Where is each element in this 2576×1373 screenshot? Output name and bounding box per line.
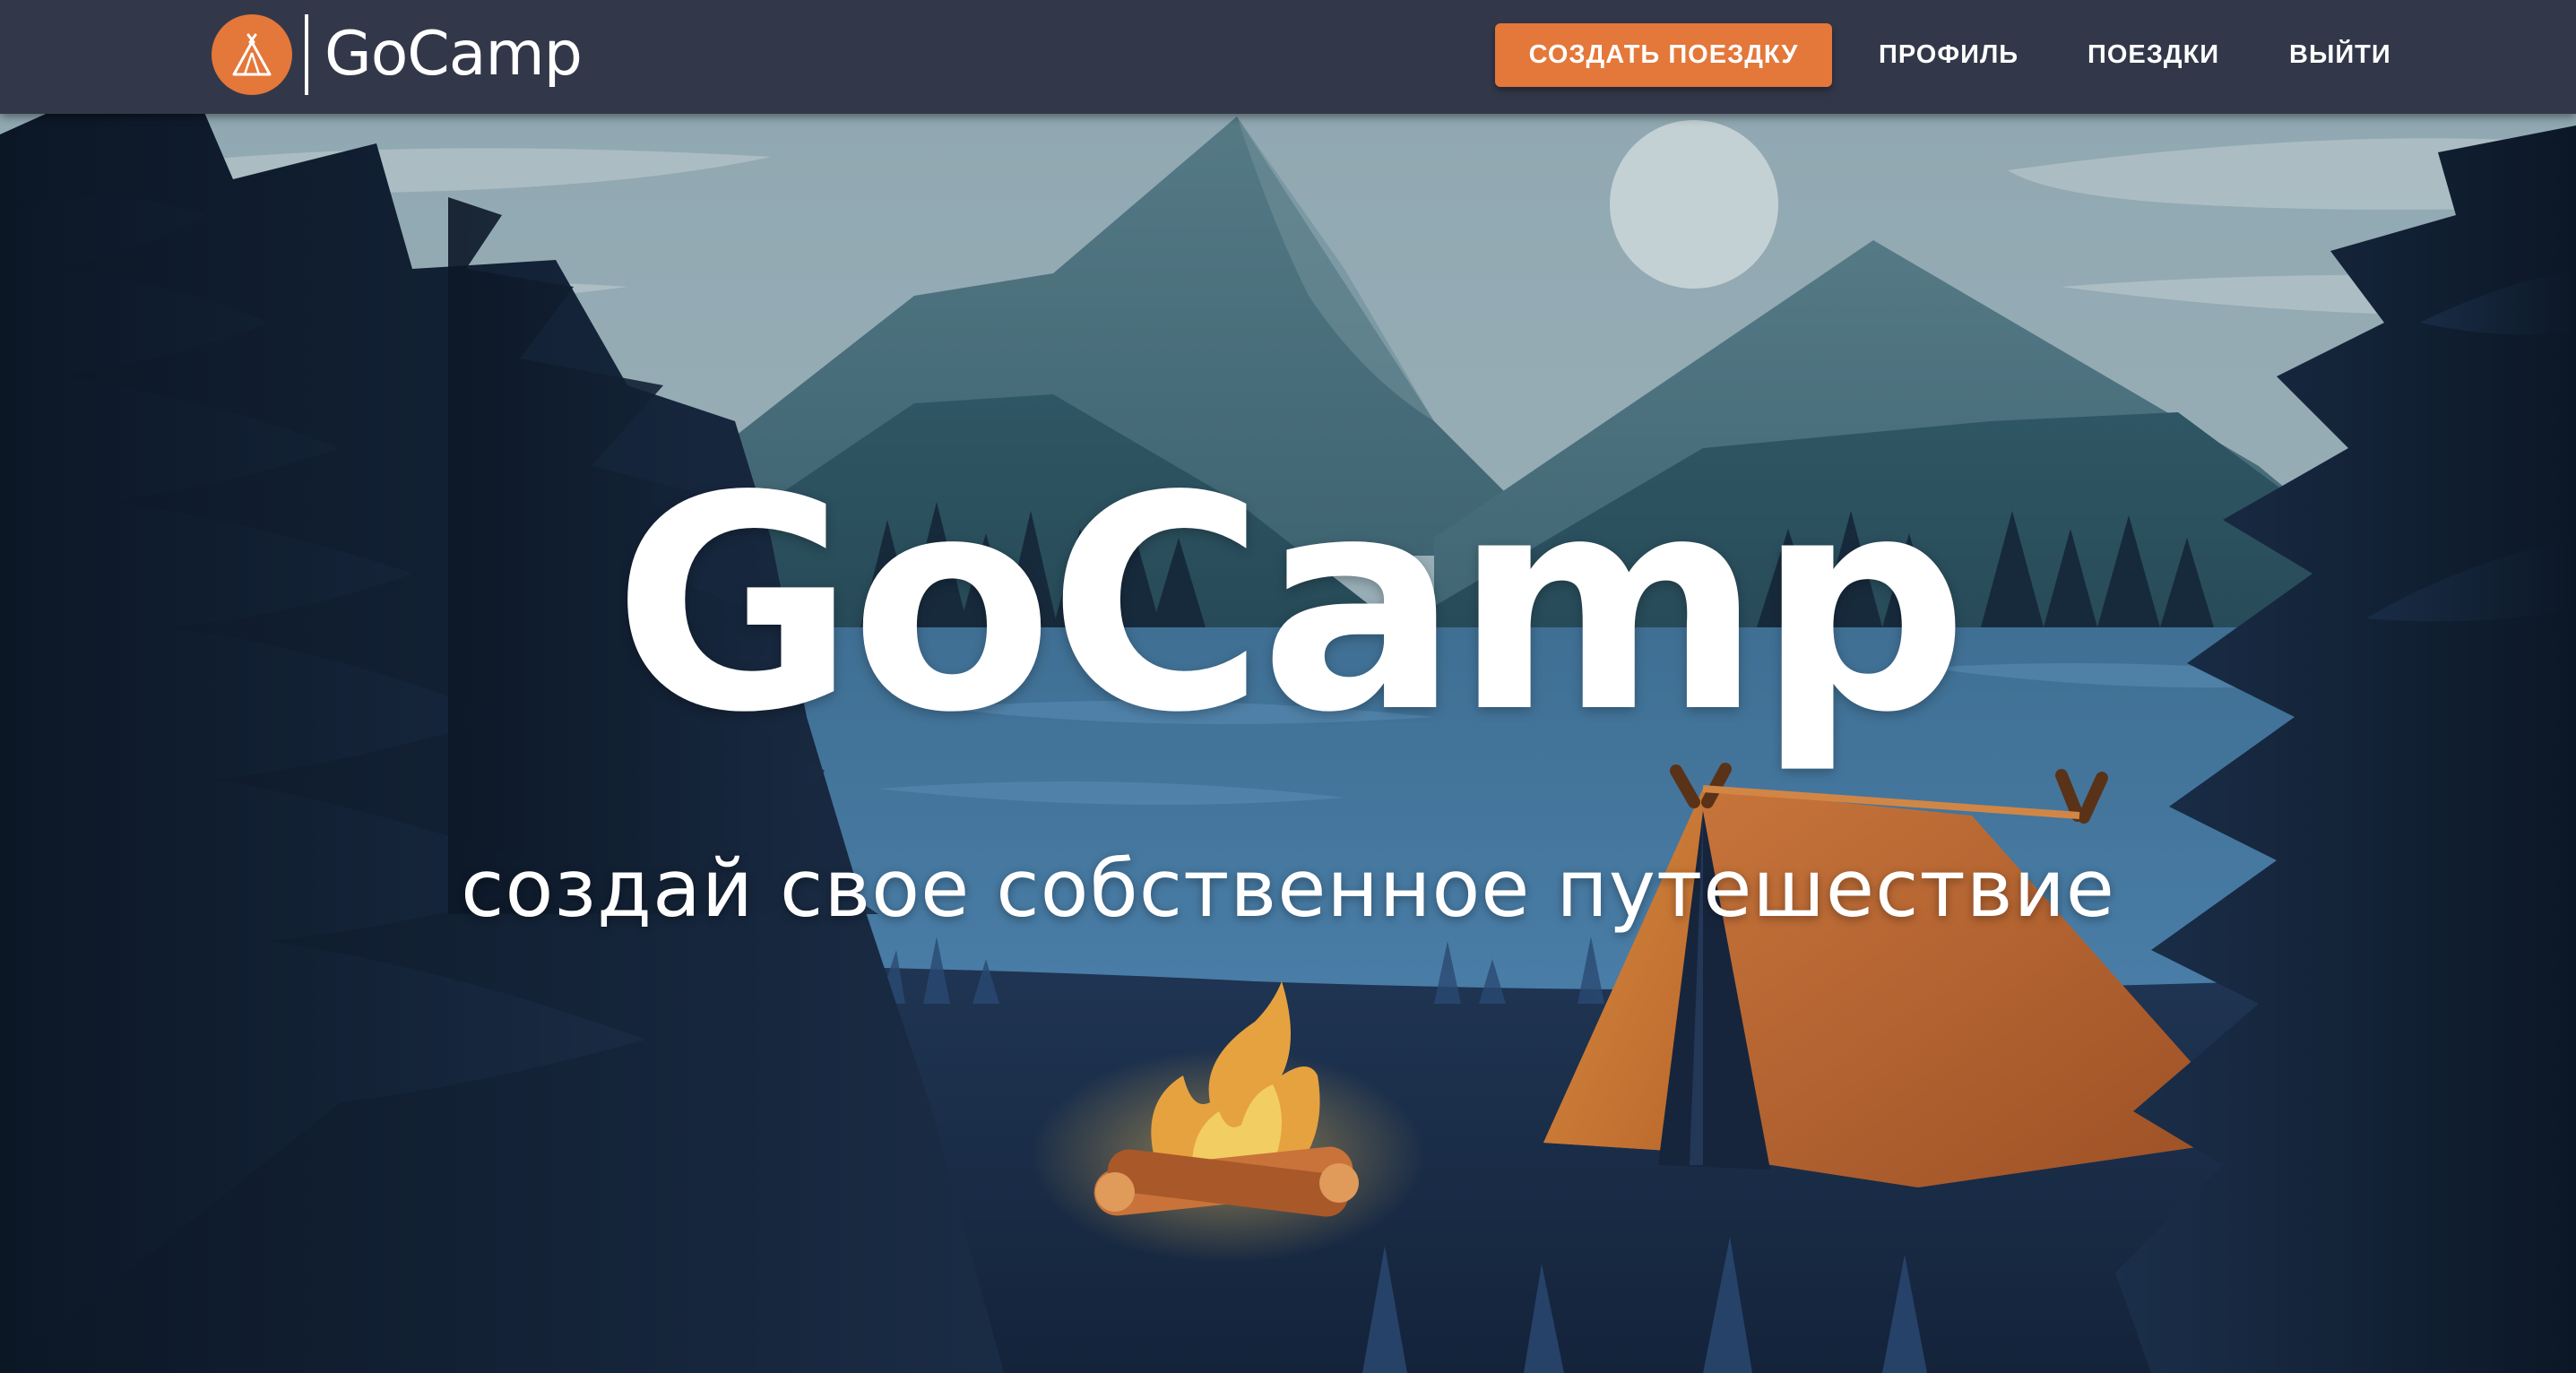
create-trip-button[interactable]: СОЗДАТЬ ПОЕЗДКУ <box>1495 23 1832 87</box>
brand-link[interactable]: GoCamp <box>212 13 583 96</box>
nav-profile-link[interactable]: ПРОФИЛЬ <box>1879 23 2018 87</box>
hero-title: GoCamp <box>612 433 1969 777</box>
nav-logout-link[interactable]: ВЫЙТИ <box>2289 23 2391 87</box>
brand-name: GoCamp <box>324 19 583 90</box>
moon <box>1610 120 1778 289</box>
nav-trips-link[interactable]: ПОЕЗДКИ <box>2088 23 2219 87</box>
hero-subtitle: создай свое собственное путешествие <box>461 842 2115 935</box>
top-navbar: GoCamp СОЗДАТЬ ПОЕЗДКУ ПРОФИЛЬ ПОЕЗДКИ В… <box>0 0 2576 114</box>
tent-icon <box>212 14 292 95</box>
brand-divider <box>305 14 308 95</box>
